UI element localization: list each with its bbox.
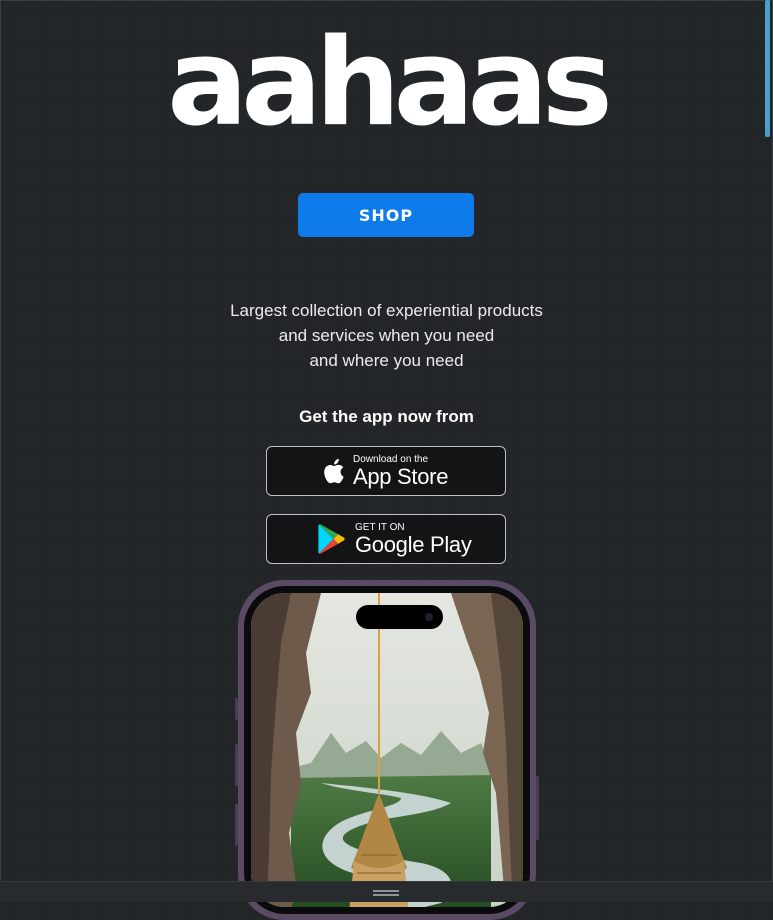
apple-icon [321, 457, 345, 485]
dynamic-island [356, 605, 443, 629]
brand-logo: aahaas [167, 14, 613, 153]
google-play-icon [317, 523, 347, 555]
shop-button[interactable]: SHOP [298, 193, 474, 237]
phone-side-button [536, 776, 539, 840]
camera-icon [425, 613, 433, 621]
bottom-drag-bar[interactable] [0, 881, 773, 902]
google-play-small-text: GET IT ON [355, 521, 405, 533]
app-store-badge[interactable]: Download on the App Store [266, 446, 506, 496]
app-preview-image [251, 593, 523, 907]
phone-mockup [238, 580, 536, 920]
app-store-label: App Store [353, 463, 449, 489]
tagline-line: and services when you need [278, 326, 495, 345]
get-app-heading: Get the app now from [299, 407, 474, 426]
app-store-small-text: Download on the [353, 453, 429, 465]
tagline: Largest collection of experiential produ… [0, 298, 773, 373]
drag-handle-icon[interactable] [373, 890, 399, 892]
tagline-line: Largest collection of experiential produ… [230, 301, 543, 320]
google-play-badge[interactable]: GET IT ON Google Play [266, 514, 506, 564]
google-play-label: Google Play [355, 531, 472, 557]
tagline-line: and where you need [309, 351, 464, 370]
drag-handle-icon[interactable] [373, 894, 399, 896]
